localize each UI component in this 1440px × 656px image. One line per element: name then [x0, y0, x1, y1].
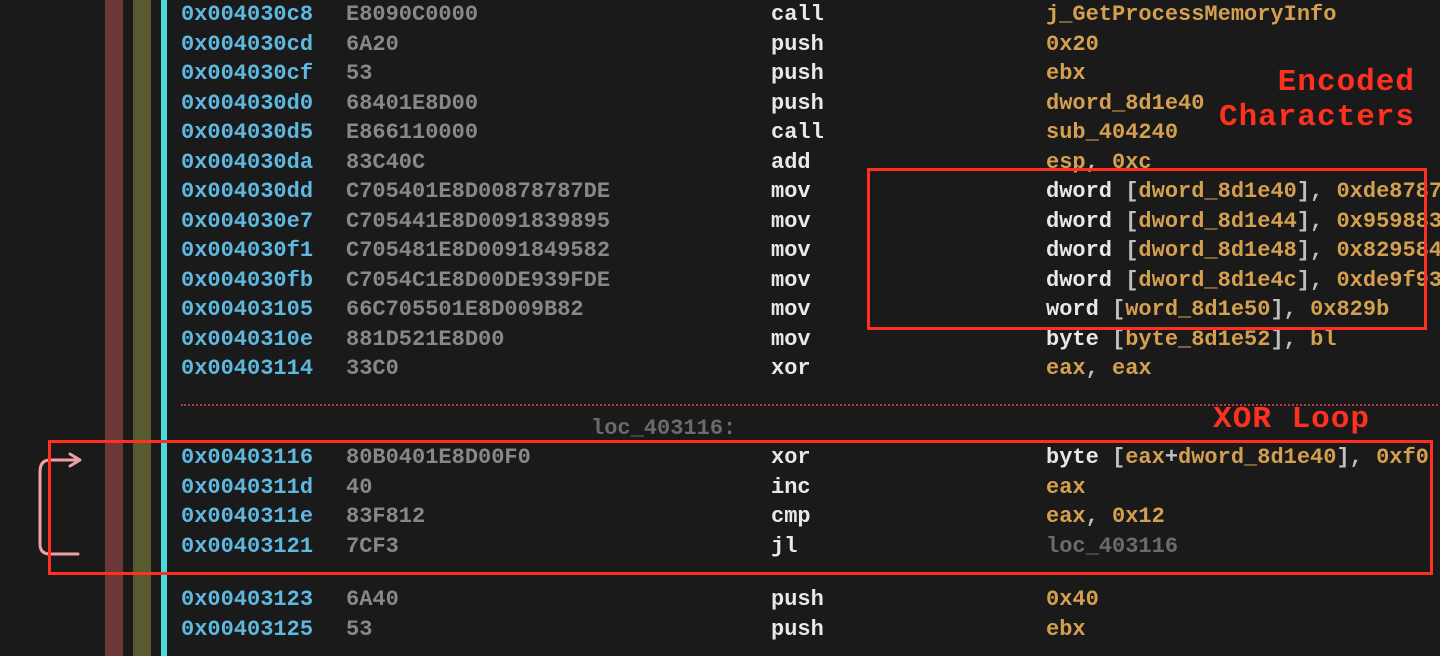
address: 0x00403125 [181, 617, 346, 642]
annotation-encoded: Encoded Characters [1219, 65, 1415, 135]
asm-row[interactable]: 0x004030f1C705481E8D0091849582movdword [… [181, 236, 1440, 266]
asm-row[interactable]: 0x0040312553pushebx [181, 615, 1440, 645]
bytes: 7CF3 [346, 534, 771, 559]
operands: 0x40 [1046, 587, 1099, 612]
mnemonic: xor [771, 445, 1046, 470]
bytes: 881D521E8D00 [346, 327, 771, 352]
mnemonic: xor [771, 356, 1046, 381]
address: 0x00403121 [181, 534, 346, 559]
mnemonic: push [771, 91, 1046, 116]
bytes: C7054C1E8D00DE939FDE [346, 268, 771, 293]
address: 0x004030cf [181, 61, 346, 86]
mnemonic: mov [771, 297, 1046, 322]
address: 0x0040311e [181, 504, 346, 529]
bytes: E8090C0000 [346, 2, 771, 27]
address: 0x004030c8 [181, 2, 346, 27]
operands: dword [dword_8d1e40], 0xde878787 [1046, 179, 1440, 204]
bytes: 6A20 [346, 32, 771, 57]
address: 0x004030f1 [181, 238, 346, 263]
asm-row[interactable]: 0x0040311d40inceax [181, 473, 1440, 503]
operands: 0x20 [1046, 32, 1099, 57]
bytes: C705481E8D0091849582 [346, 238, 771, 263]
mnemonic: inc [771, 475, 1046, 500]
operands: j_GetProcessMemoryInfo [1046, 2, 1336, 27]
operands: word [word_8d1e50], 0x829b [1046, 297, 1389, 322]
operands: byte [eax+dword_8d1e40], 0xf0 [1046, 445, 1429, 470]
operands: dword_8d1e40 [1046, 91, 1204, 116]
mnemonic: call [771, 120, 1046, 145]
operands: dword [dword_8d1e48], 0x82958491 [1046, 238, 1440, 263]
bytes: C705401E8D00878787DE [346, 179, 771, 204]
bytes: 68401E8D00 [346, 91, 771, 116]
address: 0x004030e7 [181, 209, 346, 234]
address: 0x004030da [181, 150, 346, 175]
operands: ebx [1046, 617, 1086, 642]
address: 0x00403116 [181, 445, 346, 470]
mnemonic: mov [771, 238, 1046, 263]
bytes: 66C705501E8D009B82 [346, 297, 771, 322]
address: 0x00403123 [181, 587, 346, 612]
mnemonic: mov [771, 268, 1046, 293]
asm-row[interactable]: 0x0040310e881D521E8D00movbyte [byte_8d1e… [181, 325, 1440, 355]
annotation-xorloop: XOR Loop [1213, 402, 1370, 437]
asm-row[interactable]: 0x0040310566C705501E8D009B82movword [wor… [181, 295, 1440, 325]
mnemonic: jl [771, 534, 1046, 559]
mnemonic: mov [771, 179, 1046, 204]
mnemonic: push [771, 617, 1046, 642]
asm-row[interactable]: 0x0040311433C0xoreax, eax [181, 354, 1440, 384]
asm-row[interactable]: 0x004031217CF3jlloc_403116 [181, 532, 1440, 562]
bytes: 83F812 [346, 504, 771, 529]
address: 0x00403105 [181, 297, 346, 322]
mnemonic: mov [771, 209, 1046, 234]
operands: ebx [1046, 61, 1086, 86]
asm-row[interactable]: 0x004030cd6A20push0x20 [181, 30, 1440, 60]
address: 0x0040311d [181, 475, 346, 500]
operands: eax, 0x12 [1046, 504, 1165, 529]
mnemonic: call [771, 2, 1046, 27]
bytes: E866110000 [346, 120, 771, 145]
asm-row[interactable]: 0x0040311680B0401E8D00F0xorbyte [eax+dwo… [181, 443, 1440, 473]
mnemonic: mov [771, 327, 1046, 352]
operands: loc_403116 [1046, 534, 1178, 559]
asm-row[interactable]: 0x004030e7C705441E8D0091839895movdword [… [181, 207, 1440, 237]
asm-row[interactable]: 0x004031236A40push0x40 [181, 585, 1440, 615]
asm-row[interactable]: 0x004030c8E8090C0000callj_GetProcessMemo… [181, 0, 1440, 30]
mnemonic: push [771, 32, 1046, 57]
bytes: C705441E8D0091839895 [346, 209, 771, 234]
bytes: 53 [346, 61, 771, 86]
operands: dword [dword_8d1e4c], 0xde9f93de [1046, 268, 1440, 293]
address: 0x004030fb [181, 268, 346, 293]
bytes: 80B0401E8D00F0 [346, 445, 771, 470]
asm-row[interactable]: 0x004030da83C40Caddesp, 0xc [181, 148, 1440, 178]
asm-row[interactable]: 0x004030ddC705401E8D00878787DEmovdword [… [181, 177, 1440, 207]
address: 0x004030d0 [181, 91, 346, 116]
bytes: 53 [346, 617, 771, 642]
address: 0x0040310e [181, 327, 346, 352]
address: 0x00403114 [181, 356, 346, 381]
operands: esp, 0xc [1046, 150, 1152, 175]
bytes: 83C40C [346, 150, 771, 175]
blank-row [181, 561, 1440, 585]
operands: eax [1046, 475, 1086, 500]
bytes: 40 [346, 475, 771, 500]
mnemonic: push [771, 587, 1046, 612]
asm-row[interactable]: 0x0040311e83F812cmpeax, 0x12 [181, 502, 1440, 532]
operands: sub_404240 [1046, 120, 1178, 145]
operands: byte [byte_8d1e52], bl [1046, 327, 1336, 352]
mnemonic: cmp [771, 504, 1046, 529]
operands: eax, eax [1046, 356, 1152, 381]
address: 0x004030cd [181, 32, 346, 57]
bytes: 6A40 [346, 587, 771, 612]
mnemonic: push [771, 61, 1046, 86]
loop-arrow-icon [30, 452, 75, 557]
operands: dword [dword_8d1e44], 0x95988391 [1046, 209, 1440, 234]
bytes: 33C0 [346, 356, 771, 381]
address: 0x004030dd [181, 179, 346, 204]
asm-row[interactable]: 0x004030fbC7054C1E8D00DE939FDEmovdword [… [181, 266, 1440, 296]
address: 0x004030d5 [181, 120, 346, 145]
mnemonic: add [771, 150, 1046, 175]
